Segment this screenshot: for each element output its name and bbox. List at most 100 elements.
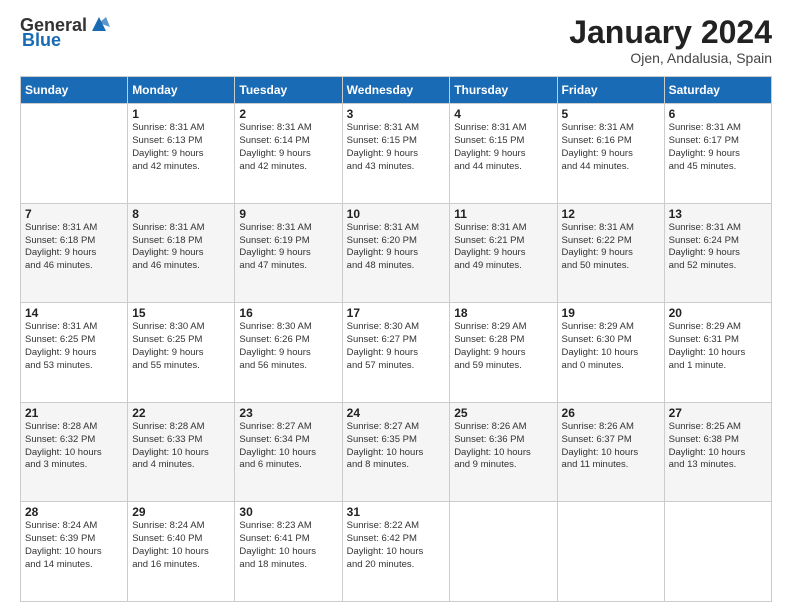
day-info: Sunrise: 8:31 AM Sunset: 6:16 PM Dayligh… xyxy=(562,122,660,173)
calendar-cell: 13Sunrise: 8:31 AM Sunset: 6:24 PM Dayli… xyxy=(664,203,771,303)
day-number: 13 xyxy=(669,207,767,221)
calendar-cell: 23Sunrise: 8:27 AM Sunset: 6:34 PM Dayli… xyxy=(235,402,342,502)
day-info: Sunrise: 8:25 AM Sunset: 6:38 PM Dayligh… xyxy=(669,421,767,472)
day-number: 21 xyxy=(25,406,123,420)
day-number: 14 xyxy=(25,306,123,320)
day-number: 16 xyxy=(239,306,337,320)
calendar-cell: 7Sunrise: 8:31 AM Sunset: 6:18 PM Daylig… xyxy=(21,203,128,303)
day-number: 27 xyxy=(669,406,767,420)
calendar-cell: 29Sunrise: 8:24 AM Sunset: 6:40 PM Dayli… xyxy=(128,502,235,602)
calendar-cell: 14Sunrise: 8:31 AM Sunset: 6:25 PM Dayli… xyxy=(21,303,128,403)
calendar-cell: 10Sunrise: 8:31 AM Sunset: 6:20 PM Dayli… xyxy=(342,203,450,303)
day-number: 12 xyxy=(562,207,660,221)
day-number: 2 xyxy=(239,107,337,121)
calendar-cell xyxy=(664,502,771,602)
calendar-cell: 24Sunrise: 8:27 AM Sunset: 6:35 PM Dayli… xyxy=(342,402,450,502)
calendar-cell: 11Sunrise: 8:31 AM Sunset: 6:21 PM Dayli… xyxy=(450,203,557,303)
day-info: Sunrise: 8:31 AM Sunset: 6:22 PM Dayligh… xyxy=(562,222,660,273)
calendar-cell: 6Sunrise: 8:31 AM Sunset: 6:17 PM Daylig… xyxy=(664,104,771,204)
day-info: Sunrise: 8:30 AM Sunset: 6:26 PM Dayligh… xyxy=(239,321,337,372)
day-number: 8 xyxy=(132,207,230,221)
day-number: 25 xyxy=(454,406,552,420)
day-info: Sunrise: 8:29 AM Sunset: 6:31 PM Dayligh… xyxy=(669,321,767,372)
calendar-cell: 5Sunrise: 8:31 AM Sunset: 6:16 PM Daylig… xyxy=(557,104,664,204)
month-title: January 2024 xyxy=(569,15,772,50)
day-number: 17 xyxy=(347,306,446,320)
day-number: 9 xyxy=(239,207,337,221)
day-info: Sunrise: 8:29 AM Sunset: 6:28 PM Dayligh… xyxy=(454,321,552,372)
calendar-cell: 2Sunrise: 8:31 AM Sunset: 6:14 PM Daylig… xyxy=(235,104,342,204)
day-number: 18 xyxy=(454,306,552,320)
calendar-cell: 27Sunrise: 8:25 AM Sunset: 6:38 PM Dayli… xyxy=(664,402,771,502)
day-info: Sunrise: 8:31 AM Sunset: 6:15 PM Dayligh… xyxy=(347,122,446,173)
day-number: 19 xyxy=(562,306,660,320)
day-number: 11 xyxy=(454,207,552,221)
calendar-cell: 1Sunrise: 8:31 AM Sunset: 6:13 PM Daylig… xyxy=(128,104,235,204)
day-info: Sunrise: 8:31 AM Sunset: 6:13 PM Dayligh… xyxy=(132,122,230,173)
calendar-cell: 3Sunrise: 8:31 AM Sunset: 6:15 PM Daylig… xyxy=(342,104,450,204)
page: General Blue January 2024 Ojen, Andalusi… xyxy=(0,0,792,612)
calendar-cell xyxy=(450,502,557,602)
day-number: 29 xyxy=(132,505,230,519)
calendar-header-row: Sunday Monday Tuesday Wednesday Thursday… xyxy=(21,77,772,104)
calendar-cell: 15Sunrise: 8:30 AM Sunset: 6:25 PM Dayli… xyxy=(128,303,235,403)
header: General Blue January 2024 Ojen, Andalusi… xyxy=(20,15,772,66)
day-info: Sunrise: 8:28 AM Sunset: 6:32 PM Dayligh… xyxy=(25,421,123,472)
calendar-cell xyxy=(557,502,664,602)
calendar-row: 1Sunrise: 8:31 AM Sunset: 6:13 PM Daylig… xyxy=(21,104,772,204)
calendar-cell: 30Sunrise: 8:23 AM Sunset: 6:41 PM Dayli… xyxy=(235,502,342,602)
day-info: Sunrise: 8:31 AM Sunset: 6:20 PM Dayligh… xyxy=(347,222,446,273)
calendar-row: 7 Sunrise: 8:31 AM Sunset: 6:18 PM Daylig… xyxy=(21,203,772,303)
day-info: Sunrise: 8:27 AM Sunset: 6:35 PM Dayligh… xyxy=(347,421,446,472)
day-number: 15 xyxy=(132,306,230,320)
location: Ojen, Andalusia, Spain xyxy=(569,50,772,66)
day-info: Sunrise: 8:31 AM Sunset: 6:19 PM Dayligh… xyxy=(239,222,337,273)
calendar-cell: 19Sunrise: 8:29 AM Sunset: 6:30 PM Dayli… xyxy=(557,303,664,403)
calendar-cell: 16Sunrise: 8:30 AM Sunset: 6:26 PM Dayli… xyxy=(235,303,342,403)
calendar-row: 28Sunrise: 8:24 AM Sunset: 6:39 PM Dayli… xyxy=(21,502,772,602)
calendar-cell: 8Sunrise: 8:31 AM Sunset: 6:18 PM Daylig… xyxy=(128,203,235,303)
day-info: Sunrise: 8:26 AM Sunset: 6:36 PM Dayligh… xyxy=(454,421,552,472)
day-info: Sunrise: 8:22 AM Sunset: 6:42 PM Dayligh… xyxy=(347,520,446,571)
title-section: January 2024 Ojen, Andalusia, Spain xyxy=(569,15,772,66)
day-number: 5 xyxy=(562,107,660,121)
calendar-cell: 9Sunrise: 8:31 AM Sunset: 6:19 PM Daylig… xyxy=(235,203,342,303)
day-number: 4 xyxy=(454,107,552,121)
day-info: Sunrise: 8:31 AM Sunset: 6:15 PM Dayligh… xyxy=(454,122,552,173)
day-number: 28 xyxy=(25,505,123,519)
col-wednesday: Wednesday xyxy=(342,77,450,104)
day-number: 23 xyxy=(239,406,337,420)
day-number: 20 xyxy=(669,306,767,320)
col-monday: Monday xyxy=(128,77,235,104)
calendar-cell: 18Sunrise: 8:29 AM Sunset: 6:28 PM Dayli… xyxy=(450,303,557,403)
calendar-cell: 12Sunrise: 8:31 AM Sunset: 6:22 PM Dayli… xyxy=(557,203,664,303)
logo-blue: Blue xyxy=(22,30,61,51)
col-thursday: Thursday xyxy=(450,77,557,104)
calendar-table: Sunday Monday Tuesday Wednesday Thursday… xyxy=(20,76,772,602)
logo-icon xyxy=(88,13,110,35)
day-info: Sunrise: 8:26 AM Sunset: 6:37 PM Dayligh… xyxy=(562,421,660,472)
day-info: Sunrise: 8:31 AM Sunset: 6:17 PM Dayligh… xyxy=(669,122,767,173)
day-number: 1 xyxy=(132,107,230,121)
day-info: Sunrise: 8:31 AM Sunset: 6:25 PM Dayligh… xyxy=(25,321,123,372)
day-info: Sunrise: 8:31 AM Sunset: 6:24 PM Dayligh… xyxy=(669,222,767,273)
col-friday: Friday xyxy=(557,77,664,104)
calendar-cell xyxy=(21,104,128,204)
calendar-cell: 20Sunrise: 8:29 AM Sunset: 6:31 PM Dayli… xyxy=(664,303,771,403)
day-info: Sunrise: 8:31 AM Sunset: 6:18 PM Dayligh… xyxy=(132,222,230,273)
day-info: Sunrise: 8:23 AM Sunset: 6:41 PM Dayligh… xyxy=(239,520,337,571)
day-number: 26 xyxy=(562,406,660,420)
day-info: Sunrise: 8:24 AM Sunset: 6:40 PM Dayligh… xyxy=(132,520,230,571)
col-saturday: Saturday xyxy=(664,77,771,104)
calendar-row: 14Sunrise: 8:31 AM Sunset: 6:25 PM Dayli… xyxy=(21,303,772,403)
calendar-cell: 31Sunrise: 8:22 AM Sunset: 6:42 PM Dayli… xyxy=(342,502,450,602)
calendar-row: 21Sunrise: 8:28 AM Sunset: 6:32 PM Dayli… xyxy=(21,402,772,502)
day-number: 22 xyxy=(132,406,230,420)
day-number: 7 xyxy=(25,207,123,221)
day-info: Sunrise: 8:30 AM Sunset: 6:25 PM Dayligh… xyxy=(132,321,230,372)
day-info: Sunrise: 8:28 AM Sunset: 6:33 PM Dayligh… xyxy=(132,421,230,472)
day-info: Sunrise: 8:30 AM Sunset: 6:27 PM Dayligh… xyxy=(347,321,446,372)
calendar-cell: 22Sunrise: 8:28 AM Sunset: 6:33 PM Dayli… xyxy=(128,402,235,502)
day-info: Sunrise: 8:31 AM Sunset: 6:21 PM Dayligh… xyxy=(454,222,552,273)
calendar-cell: 21Sunrise: 8:28 AM Sunset: 6:32 PM Dayli… xyxy=(21,402,128,502)
